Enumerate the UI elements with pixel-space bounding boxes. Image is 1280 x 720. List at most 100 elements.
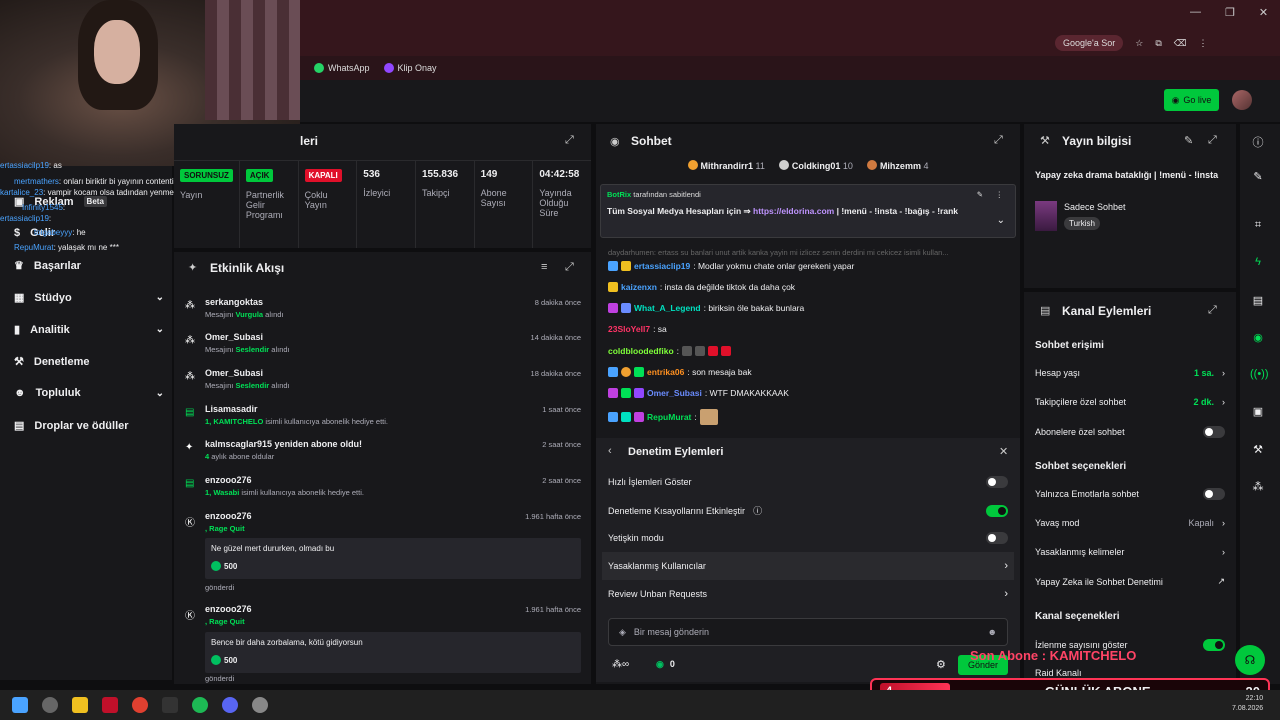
info-icon[interactable]: ⓘ <box>1250 134 1266 150</box>
edit-pencil-icon[interactable]: ✎ <box>1184 134 1193 147</box>
nav-item-droplar[interactable]: ▤ Droplar ve ödüller <box>14 419 164 433</box>
system-clock[interactable]: 22:10 7.08.2026 <box>1232 694 1263 714</box>
activity-time: 1.961 hafta önce <box>525 512 581 521</box>
back-arrow-icon[interactable]: ‹ <box>608 445 612 457</box>
chat-user[interactable]: coldbloodedfiko <box>608 346 674 356</box>
mod-row-banned-users[interactable]: Yasaklanmış Kullanıcılar › <box>602 552 1014 580</box>
chat-text: : Modlar yokmu chate onlar gerekeni yapa… <box>693 261 855 271</box>
category-name[interactable]: Sadece Sohbet <box>1064 202 1126 212</box>
info-icon[interactable]: ⓘ <box>753 504 762 517</box>
action-slow-mode[interactable]: Yavaş mod Kapalı › <box>1035 518 1225 528</box>
popout-icon[interactable]: ⤢ <box>1208 134 1217 147</box>
channel-points[interactable]: ◉ 0 <box>656 659 675 670</box>
chrome-icon[interactable] <box>132 697 148 713</box>
category-thumbnail[interactable] <box>1035 201 1057 231</box>
action-sub-only[interactable]: Abonelere özel sohbet <box>1035 426 1225 438</box>
app-icon[interactable] <box>252 697 268 713</box>
action-emote-only[interactable]: Yalnızca Emotlarla sohbet <box>1035 488 1225 500</box>
star-icon[interactable]: ☆ <box>1135 38 1143 49</box>
activity-message-box: Ne güzel mert dururken, olmadı bu 500 <box>205 538 581 579</box>
trash-icon[interactable]: ⌫ <box>1174 38 1187 49</box>
chat-user[interactable]: RepuMurat <box>647 412 691 422</box>
discord-icon[interactable] <box>222 697 238 713</box>
google-ask-button[interactable]: Google'a Sor <box>1055 35 1124 51</box>
viewcount-toggle[interactable] <box>1203 639 1225 651</box>
nav-item-topluluk[interactable]: ☻ Topluluk ⌄ <box>14 387 164 399</box>
chat-icon[interactable]: ◉ <box>1250 331 1266 347</box>
pin-icon[interactable]: ✎ <box>977 190 983 199</box>
stat-value: 155.836 <box>421 169 459 180</box>
users-icon[interactable]: ⁂∞ <box>612 659 629 670</box>
mod-row-unban-requests[interactable]: Review Unban Requests › <box>608 588 1008 600</box>
popout-icon[interactable]: ⤢ <box>994 134 1003 147</box>
nav-item-studyo[interactable]: ▦ Stüdyo ⌄ <box>14 291 164 305</box>
chat-user[interactable]: 23SloYell7 <box>608 324 650 334</box>
action-follower-only[interactable]: Takipçilere özel sohbet 2 dk. › <box>1035 397 1225 407</box>
action-account-age[interactable]: Hesap yaşı 1 sa. › <box>1035 368 1225 378</box>
quick-actions-toggle[interactable] <box>986 476 1008 488</box>
action-ai-moderation[interactable]: Yapay Zeka ile Sohbet Denetimi ↗ <box>1035 576 1225 587</box>
leaderboard-entry[interactable]: Coldking01 10 <box>778 160 853 178</box>
activity-user: serkangoktas <box>205 297 264 307</box>
chat-user[interactable]: Omer_Subasi <box>647 388 702 398</box>
minimize-icon[interactable]: — <box>1190 6 1201 19</box>
menu-icon[interactable]: ⋮ <box>1199 38 1208 49</box>
lightning-icon[interactable]: ϟ <box>1250 256 1266 272</box>
chat-user[interactable]: kaizenxn <box>621 282 657 292</box>
settings-gear-icon[interactable]: ⚙ <box>936 658 946 671</box>
adult-mode-toggle[interactable] <box>986 532 1008 544</box>
mod-row-quick-actions[interactable]: Hızlı İşlemleri Göster <box>608 476 1008 488</box>
maximize-icon[interactable]: ❐ <box>1225 6 1235 19</box>
go-live-button[interactable]: ◉ Go live <box>1164 89 1219 111</box>
action-banned-words[interactable]: Yasaklanmış kelimeler › <box>1035 547 1225 557</box>
app-icon[interactable] <box>102 697 118 713</box>
nav-item-analitik[interactable]: ▮ Analitik ⌄ <box>14 323 164 337</box>
leaderboard-entry[interactable]: Mithrandirr1 11 <box>687 160 765 178</box>
user-avatar[interactable] <box>1232 90 1252 110</box>
search-icon[interactable] <box>42 697 58 713</box>
activity-time: 14 dakika önce <box>530 333 581 342</box>
extensions-icon[interactable]: ⧉ <box>1155 38 1161 49</box>
share-icon[interactable]: ⁂ <box>1250 480 1266 496</box>
bookmark-whatsapp[interactable]: WhatsApp <box>314 63 370 73</box>
chat-user[interactable]: ertassiaclip19 <box>634 261 690 271</box>
popout-icon[interactable]: ⤢ <box>1208 304 1217 317</box>
action-raid-channel[interactable]: Raid Kanalı <box>1035 668 1225 678</box>
leaderboard-entry[interactable]: Mihzemm 4 <box>866 160 928 178</box>
obs-icon[interactable] <box>162 697 178 713</box>
broadcast-icon[interactable]: ((•)) <box>1250 368 1269 384</box>
bookmark-klip-onay[interactable]: Klip Onay <box>383 63 437 73</box>
mod-row-shortcuts[interactable]: Denetleme Kısayollarını Etkinleştir ⓘ <box>608 504 1008 517</box>
server-icon[interactable]: ▣ <box>1250 405 1266 421</box>
more-icon[interactable]: ⋮ <box>996 190 1004 199</box>
mod-row-adult-mode[interactable]: Yetişkin modu <box>608 532 1008 544</box>
popout-icon[interactable]: ⤢ <box>565 261 574 274</box>
windows-start-icon[interactable] <box>12 697 28 713</box>
close-icon[interactable]: ✕ <box>999 445 1008 458</box>
document-icon[interactable]: ▤ <box>1250 294 1266 310</box>
chevron-down-icon[interactable]: ⌄ <box>997 215 1005 226</box>
pinned-header: BotRix tarafından sabitlendi ✎ ⋮ <box>607 190 1009 199</box>
pinned-link[interactable]: https://eldorina.com <box>753 206 834 216</box>
emoji-icon[interactable]: ☻ <box>988 627 997 637</box>
stat-label: Abone Sayısı <box>480 188 507 208</box>
chat-input[interactable]: ◈ Bir mesaj gönderin ☻ <box>608 618 1008 646</box>
popout-icon[interactable]: ⤢ <box>565 134 574 147</box>
sub-only-toggle[interactable] <box>1203 426 1225 438</box>
support-button[interactable]: ☊ <box>1235 645 1265 675</box>
close-window-icon[interactable]: ✕ <box>1259 6 1268 19</box>
activity-detail-pre: Mesajını <box>205 345 236 354</box>
file-explorer-icon[interactable] <box>72 697 88 713</box>
emote-only-toggle[interactable] <box>1203 488 1225 500</box>
gift-icon: ▤ <box>14 420 25 432</box>
spotify-icon[interactable] <box>192 697 208 713</box>
chat-user[interactable]: What_A_Legend <box>634 303 701 313</box>
window-controls[interactable]: — ❐ ✕ <box>1190 6 1268 19</box>
shortcuts-toggle[interactable] <box>986 504 1008 517</box>
chat-user[interactable]: entrika06 <box>647 367 684 377</box>
crop-icon[interactable]: ⌗ <box>1250 219 1266 235</box>
filter-icon[interactable]: ≡ <box>541 261 547 273</box>
edit-icon[interactable]: ✎ <box>1250 170 1266 186</box>
nav-item-denetleme[interactable]: ⚒ Denetleme <box>14 355 164 369</box>
wrench-icon[interactable]: ⚒ <box>1250 443 1266 459</box>
